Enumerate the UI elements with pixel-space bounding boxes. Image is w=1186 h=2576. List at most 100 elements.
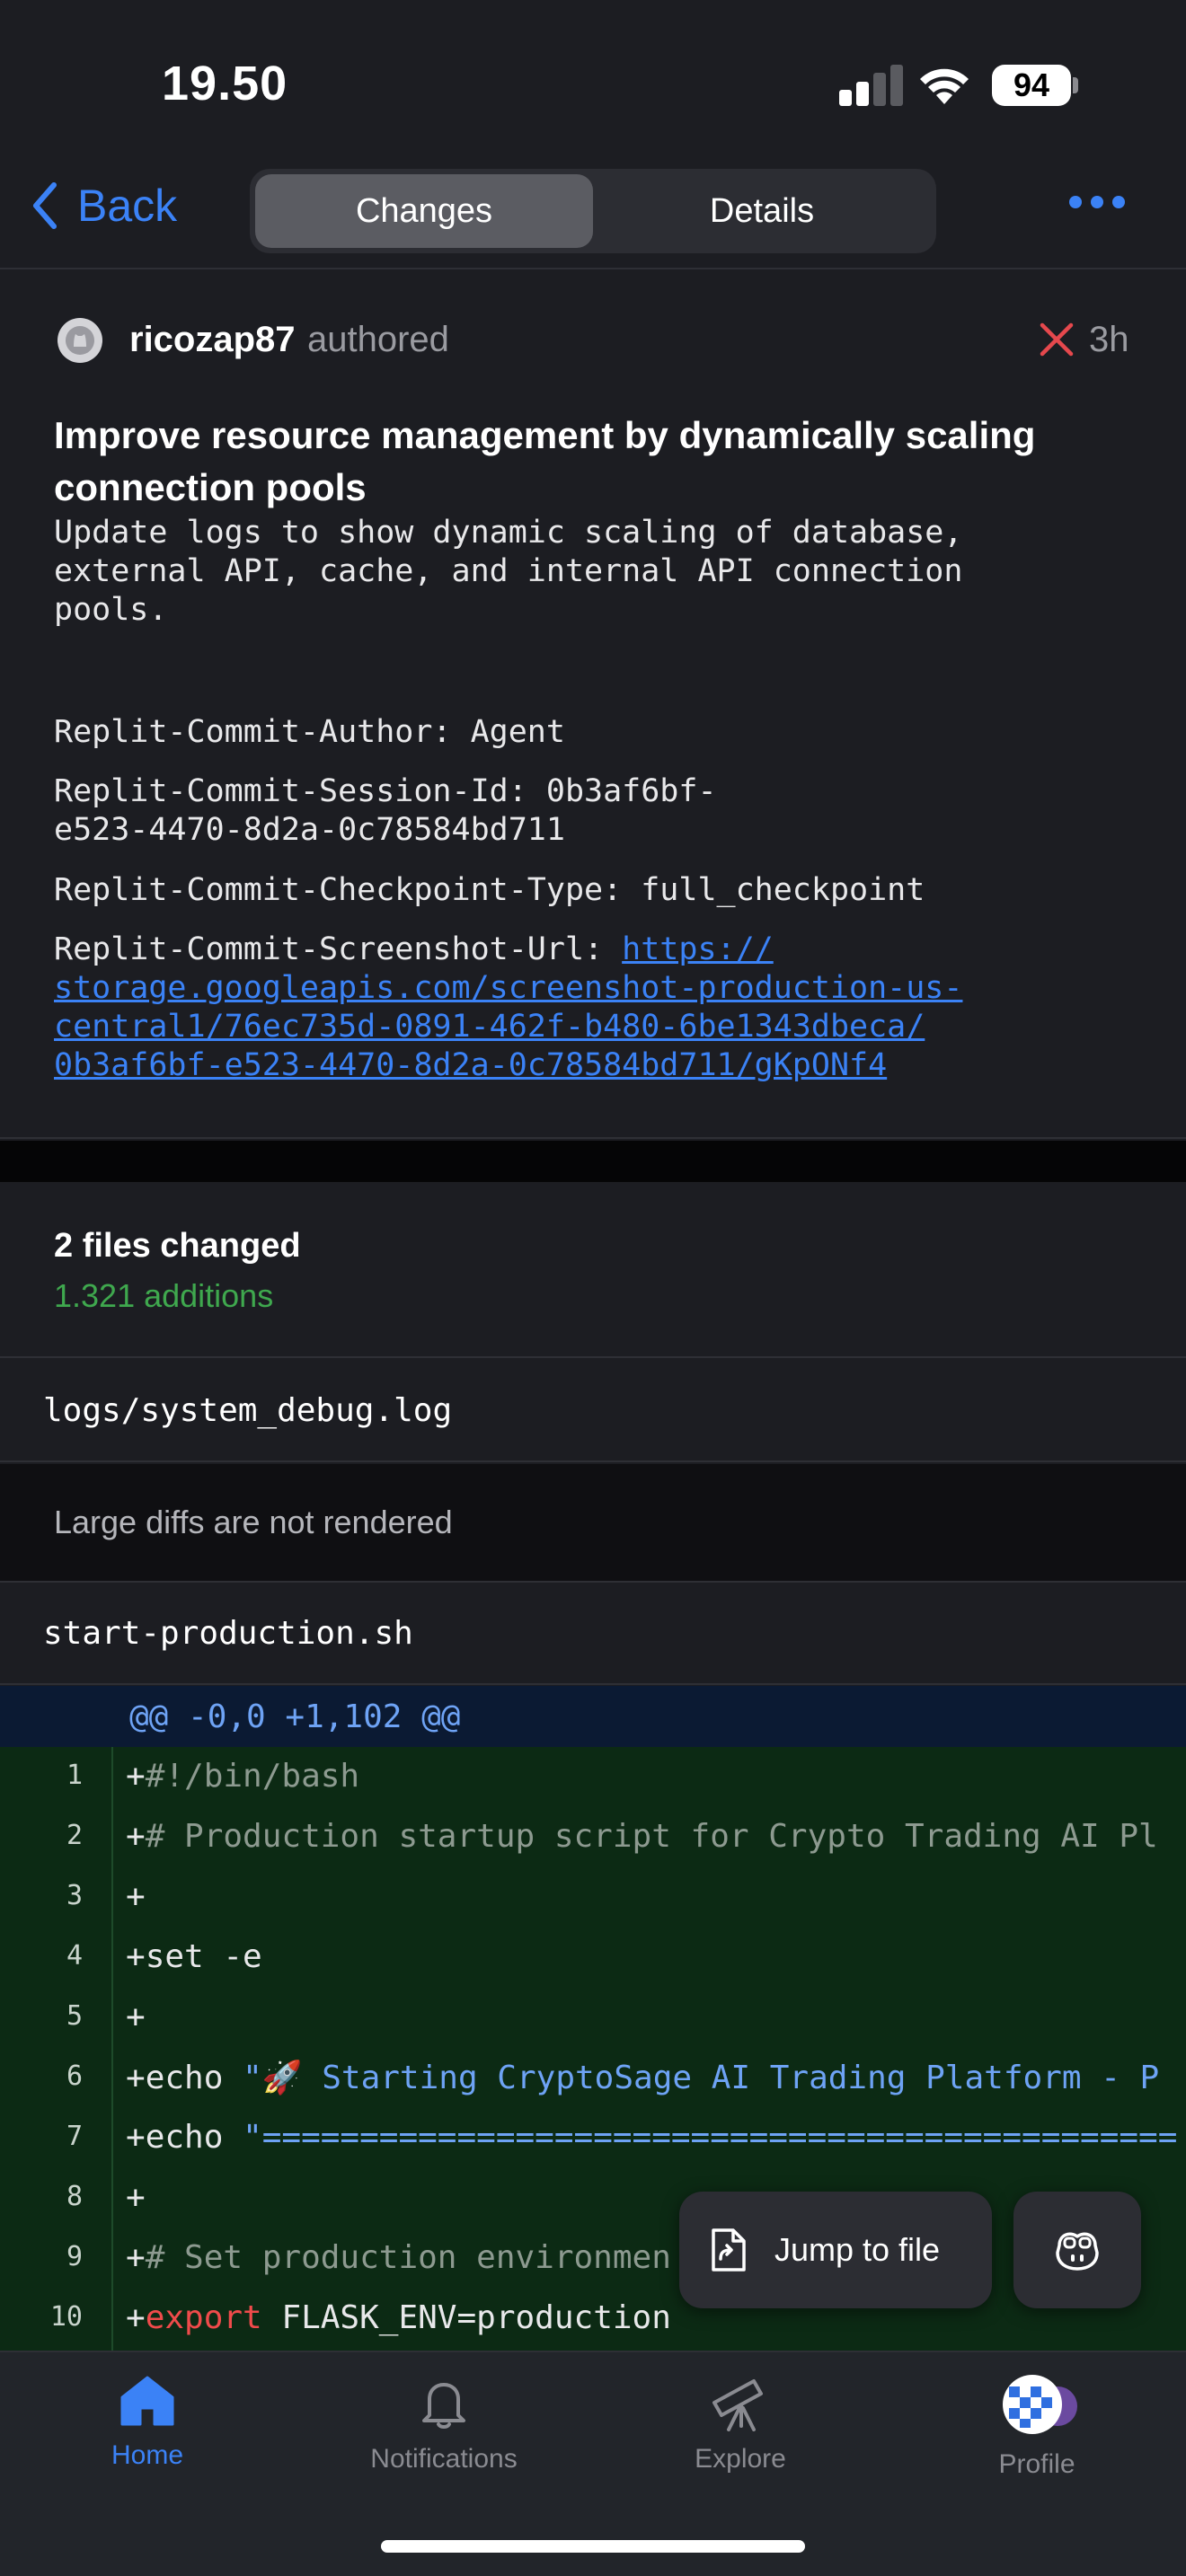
screenshot-link-part-4[interactable]: 0b3af6bf-e523-4470-8d2a-0c78584bd711/gKp… bbox=[54, 1047, 887, 1083]
diff-line: 2 +# Production startup script for Crypto… bbox=[0, 1807, 1186, 1867]
commit-title: Improve resource management by dynamical… bbox=[54, 414, 1036, 508]
screenshot-link-part-1[interactable]: https:// bbox=[622, 931, 774, 967]
tab-details[interactable]: Details bbox=[593, 174, 931, 248]
x-icon[interactable] bbox=[1037, 320, 1076, 359]
line-number: 10 bbox=[49, 2301, 83, 2333]
screenshot-link-part-3[interactable]: central1/76ec735d-0891-462f-b480-6be1343… bbox=[54, 1009, 925, 1045]
file-name[interactable]: start-production.sh bbox=[43, 1615, 413, 1652]
copilot-button[interactable] bbox=[1013, 2192, 1141, 2308]
trailer-screenshot-label: Replit-Commit-Screenshot-Url: bbox=[54, 931, 623, 967]
commit-action: authored bbox=[307, 320, 449, 359]
cellular-signal-icon bbox=[839, 65, 903, 106]
trailer-screenshot-url: Replit-Commit-Screenshot-Url: https:// s… bbox=[54, 931, 1132, 1085]
diff-line: 1 +#!/bin/bash bbox=[0, 1747, 1186, 1807]
home-icon bbox=[120, 2376, 174, 2426]
tab-notifications[interactable]: Notifications bbox=[309, 2374, 579, 2509]
addition-marker: + bbox=[126, 2299, 146, 2336]
commit-author[interactable]: ricozap87 bbox=[129, 320, 296, 360]
code-line: + bbox=[126, 1878, 146, 1915]
code-line: +echo "=================================… bbox=[126, 2119, 1177, 2156]
code-token: export bbox=[145, 2299, 262, 2336]
code-token: FLASK_ENV=production bbox=[261, 2299, 671, 2336]
jump-to-file-button[interactable]: Jump to file bbox=[679, 2192, 992, 2308]
tab-explore-label: Explore bbox=[695, 2444, 786, 2474]
line-number: 7 bbox=[66, 2121, 83, 2152]
files-changed-count: 2 files changed bbox=[54, 1227, 301, 1265]
code-token: "=======================================… bbox=[243, 2119, 1178, 2156]
trailer-author: Replit-Commit-Author: Agent bbox=[54, 714, 565, 750]
addition-marker: + bbox=[126, 1818, 146, 1855]
file-name[interactable]: logs/system_debug.log bbox=[43, 1392, 452, 1429]
code-line: +set -e bbox=[126, 1938, 262, 1975]
tab-changes[interactable]: Changes bbox=[255, 174, 593, 248]
code-line: +# Set production environmen bbox=[126, 2239, 671, 2276]
diff-view[interactable]: 1 +#!/bin/bash 2 +# Production startup scri… bbox=[0, 1747, 1186, 2351]
screenshot-link-part-2[interactable]: storage.googleapis.com/screenshot-produc… bbox=[54, 970, 962, 1006]
segmented-control: Changes Details bbox=[250, 169, 936, 253]
more-options-button[interactable] bbox=[1069, 196, 1125, 208]
code-token: # Production startup script for Crypto T… bbox=[145, 1818, 1158, 1855]
code-token: echo bbox=[145, 2119, 243, 2156]
addition-marker: + bbox=[126, 1998, 146, 2035]
wifi-icon bbox=[920, 68, 969, 104]
code-line: +#!/bin/bash bbox=[126, 1758, 359, 1795]
tab-notifications-label: Notifications bbox=[370, 2444, 518, 2474]
line-number: 5 bbox=[66, 2000, 83, 2032]
status-bar: 19.50 94 bbox=[0, 0, 1186, 153]
line-number: 4 bbox=[66, 1940, 83, 1972]
file-header[interactable]: logs/system_debug.log bbox=[0, 1360, 1186, 1462]
addition-marker: + bbox=[126, 1938, 146, 1975]
section-divider bbox=[0, 1141, 1186, 1182]
tab-home[interactable]: Home bbox=[13, 2374, 282, 2509]
telescope-icon bbox=[712, 2379, 763, 2431]
code-token: echo bbox=[145, 2060, 243, 2096]
nav-bar: Back Changes Details bbox=[0, 153, 1186, 269]
hunk-header: @@ -0,0 +1,102 @@ bbox=[0, 1686, 1186, 1747]
hunk-range: @@ -0,0 +1,102 @@ bbox=[129, 1698, 461, 1735]
commit-age: 3h bbox=[1089, 320, 1129, 359]
copilot-icon bbox=[1056, 2232, 1099, 2271]
diff-line: 6 +echo "🚀 Starting CryptoSage AI Trading… bbox=[0, 2048, 1186, 2108]
home-indicator bbox=[381, 2540, 805, 2553]
code-token: "🚀 Starting CryptoSage AI Trading Platfo… bbox=[243, 2060, 1160, 2096]
trailer-checkpoint-type: Replit-Commit-Checkpoint-Type: full_chec… bbox=[54, 872, 925, 908]
jump-to-file-label: Jump to file bbox=[774, 2231, 941, 2268]
diff-line: 8 + bbox=[0, 2168, 1186, 2228]
status-time: 19.50 bbox=[162, 57, 288, 110]
large-diff-notice: Large diffs are not rendered bbox=[0, 1464, 1186, 1583]
large-diff-text: Large diffs are not rendered bbox=[54, 1504, 453, 1540]
code-token: #!/bin/bash bbox=[145, 1758, 360, 1795]
code-token: # Set production environmen bbox=[145, 2239, 671, 2276]
line-number: 2 bbox=[66, 1820, 83, 1851]
diff-line: 3 + bbox=[0, 1867, 1186, 1928]
line-number: 6 bbox=[66, 2060, 83, 2092]
code-line: +# Production startup script for Crypto … bbox=[126, 1818, 1158, 1855]
battery-tip bbox=[1073, 77, 1078, 93]
line-number: 3 bbox=[66, 1880, 83, 1911]
back-label: Back bbox=[77, 181, 178, 231]
back-button[interactable]: Back bbox=[31, 180, 177, 232]
code-token: set -e bbox=[145, 1938, 262, 1975]
additions-count: 1.321 additions bbox=[54, 1277, 274, 1314]
tab-home-label: Home bbox=[111, 2440, 184, 2470]
bell-icon bbox=[422, 2383, 465, 2429]
addition-marker: + bbox=[126, 1758, 146, 1795]
diff-line: 4 +set -e bbox=[0, 1928, 1186, 1988]
file-header[interactable]: start-production.sh bbox=[0, 1583, 1186, 1685]
code-line: +export FLASK_ENV=production bbox=[126, 2299, 671, 2336]
github-octocat-icon bbox=[66, 326, 94, 355]
chevron-left-icon bbox=[33, 182, 57, 229]
diff-line: 7 +echo "================================… bbox=[0, 2108, 1186, 2168]
line-number: 9 bbox=[66, 2241, 83, 2272]
tab-explore[interactable]: Explore bbox=[606, 2374, 875, 2509]
addition-marker: + bbox=[126, 2179, 146, 2216]
author-avatar[interactable] bbox=[58, 318, 102, 363]
diff-line: 10 +export FLASK_ENV=production bbox=[0, 2289, 1186, 2349]
commit-body: Update logs to show dynamic scaling of d… bbox=[54, 515, 963, 628]
code-line: + bbox=[126, 1998, 146, 2035]
tab-profile[interactable]: Profile bbox=[902, 2374, 1172, 2509]
commit-message-section: ricozap87 authored 3h Improve resource m… bbox=[0, 269, 1186, 1139]
file-jump-icon bbox=[712, 2228, 746, 2272]
trailer-session-id: Replit-Commit-Session-Id: 0b3af6bf- e523… bbox=[54, 773, 717, 848]
diff-line: 5 + bbox=[0, 1988, 1186, 2048]
